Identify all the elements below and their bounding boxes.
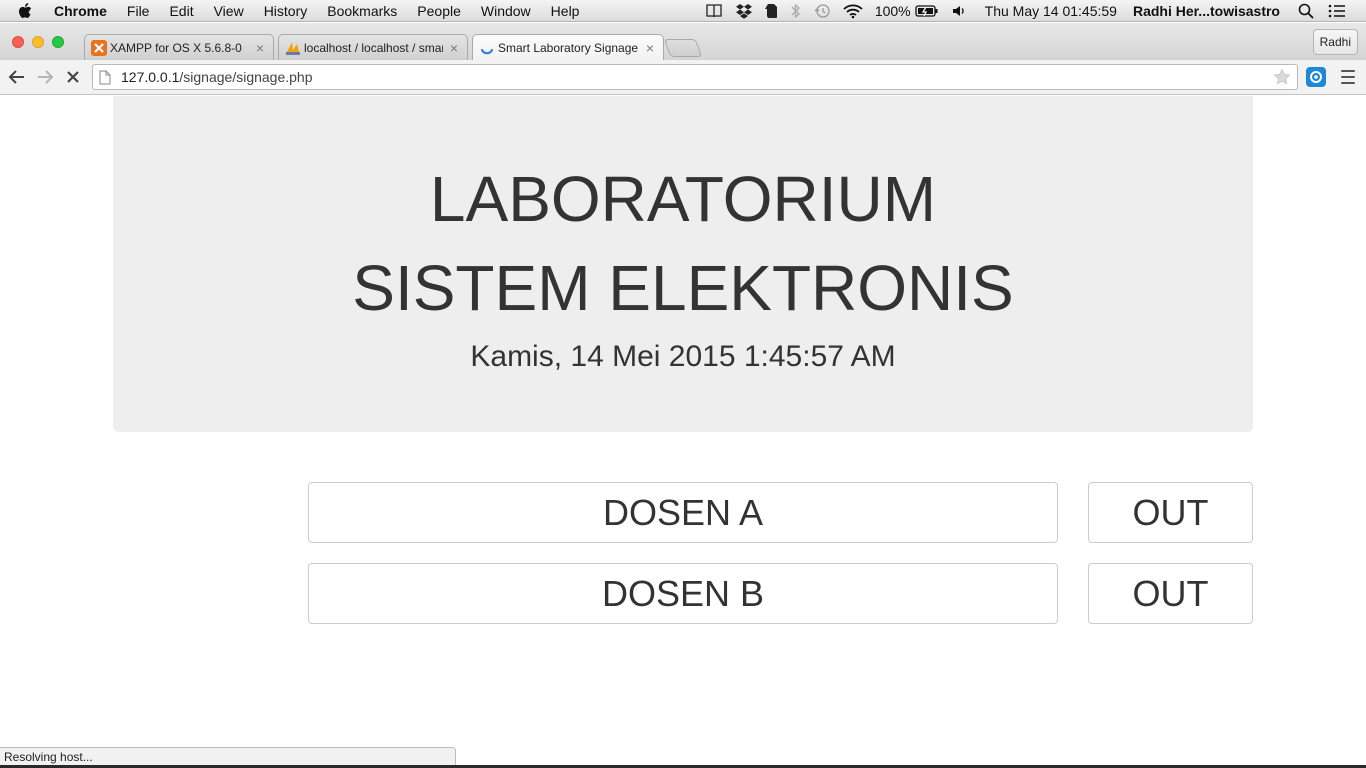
tab-xampp[interactable]: XAMPP for OS X 5.6.8-0 × — [84, 34, 274, 60]
xampp-icon — [91, 39, 107, 56]
menu-help[interactable]: Help — [551, 3, 580, 19]
new-tab-button[interactable] — [663, 39, 703, 57]
browser-tab-strip: XAMPP for OS X 5.6.8-0 × localhost / loc… — [0, 23, 1366, 60]
wifi-icon[interactable] — [843, 3, 863, 19]
back-button[interactable] — [6, 66, 28, 88]
tab-close-button[interactable]: × — [253, 40, 267, 56]
battery-icon[interactable] — [914, 4, 939, 18]
menu-file[interactable]: File — [127, 3, 150, 19]
bluetooth-icon[interactable] — [791, 3, 801, 19]
stop-loading-button[interactable] — [62, 66, 84, 88]
dropbox-icon[interactable] — [735, 3, 753, 19]
menu-people[interactable]: People — [417, 3, 461, 19]
menu-chrome[interactable]: Chrome — [54, 3, 107, 19]
macos-menu-bar: Chrome File Edit View History Bookmarks … — [0, 0, 1366, 22]
menu-bar-line — [1341, 76, 1355, 78]
menu-edit[interactable]: Edit — [169, 3, 193, 19]
extension-icon[interactable] — [1306, 67, 1326, 87]
volume-icon[interactable] — [951, 3, 969, 19]
signage-header: LABORATORIUM SISTEM ELEKTRONIS Kamis, 14… — [113, 96, 1253, 432]
address-bar[interactable]: 127.0.0.1/signage/signage.php — [92, 64, 1298, 90]
tab-title: Smart Laboratory Signage — [498, 40, 639, 55]
bookmark-star-icon[interactable] — [1273, 68, 1291, 91]
page-icon — [99, 70, 113, 85]
close-window-button[interactable] — [12, 36, 24, 48]
page-title-line-1: LABORATORIUM — [429, 163, 937, 235]
battery-percent: 100% — [874, 3, 911, 19]
url-host: 127.0.0.1 — [121, 69, 180, 85]
menu-extras: 100% Thu May 14 01:45:59 Radhi Her...tow… — [693, 0, 1366, 22]
lecturer-button-dosen-b[interactable]: DOSEN B — [308, 563, 1058, 624]
status-button-dosen-b[interactable]: OUT — [1088, 563, 1253, 624]
apple-menu-icon[interactable] — [18, 2, 38, 19]
url-text[interactable]: 127.0.0.1/signage/signage.php — [121, 69, 313, 85]
evernote-icon[interactable] — [764, 3, 779, 19]
phpmyadmin-icon — [285, 40, 301, 56]
tab-title: XAMPP for OS X 5.6.8-0 — [110, 40, 242, 55]
menu-bar-line — [1341, 82, 1355, 84]
status-button-dosen-a[interactable]: OUT — [1088, 482, 1253, 543]
clock-text[interactable]: Thu May 14 01:45:59 — [985, 3, 1117, 19]
tab-close-button[interactable]: × — [447, 40, 461, 56]
page-title-line-2: SISTEM ELEKTRONIS — [352, 252, 1014, 324]
url-path: /signage/signage.php — [179, 69, 313, 85]
menu-bookmarks[interactable]: Bookmarks — [327, 3, 397, 19]
menu-window[interactable]: Window — [481, 3, 531, 19]
tab-phpmyadmin[interactable]: localhost / localhost / smar × — [278, 34, 468, 60]
minimize-window-button[interactable] — [32, 36, 44, 48]
book-icon[interactable] — [705, 3, 723, 19]
current-datetime: Kamis, 14 Mei 2015 1:45:57 AM — [470, 340, 896, 373]
page-content: LABORATORIUM SISTEM ELEKTRONIS Kamis, 14… — [0, 96, 1366, 768]
tab-close-button[interactable]: × — [643, 40, 657, 56]
menu-history[interactable]: History — [264, 3, 308, 19]
menu-bar-line — [1341, 70, 1355, 72]
menu-view[interactable]: View — [214, 3, 244, 19]
tab-title: localhost / localhost / smar — [304, 40, 443, 55]
notification-center-icon[interactable] — [1328, 4, 1346, 18]
user-name[interactable]: Radhi Her...towisastro — [1133, 3, 1280, 19]
tab-smart-laboratory-signage[interactable]: Smart Laboratory Signage × — [472, 34, 664, 60]
browser-toolbar: 127.0.0.1/signage/signage.php — [0, 60, 1366, 95]
loading-spinner-icon — [479, 40, 495, 56]
lecturer-button-dosen-a[interactable]: DOSEN A — [308, 482, 1058, 543]
zoom-window-button[interactable] — [52, 36, 64, 48]
browser-status-bubble: Resolving host... — [0, 747, 456, 766]
forward-button[interactable] — [34, 66, 56, 88]
time-machine-icon[interactable] — [813, 3, 831, 19]
chrome-menu-icon[interactable] — [1338, 68, 1358, 86]
spotlight-icon[interactable] — [1298, 3, 1314, 19]
profile-button[interactable]: Radhi — [1312, 29, 1358, 55]
